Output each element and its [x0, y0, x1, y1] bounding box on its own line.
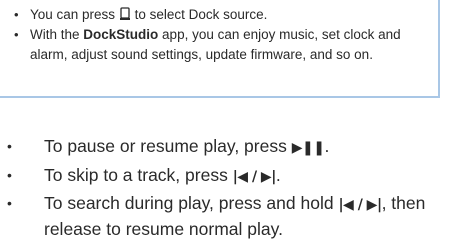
dock-source-icon — [119, 7, 130, 21]
bullet: • — [7, 195, 12, 211]
note-list: • You can press to select Dock source. •… — [0, 0, 438, 65]
note-text: to select Dock source. — [130, 7, 268, 22]
instruction-text: To skip to a track, press — [44, 164, 233, 185]
bullet: • — [14, 27, 19, 42]
bullet: • — [7, 166, 12, 183]
skip-track-icon: |◀ / ▶| — [232, 168, 277, 185]
note-item: • You can press to select Dock source. — [14, 5, 438, 25]
note-text: You can press — [30, 7, 119, 22]
play-pause-icon: ▶❚❚ — [291, 140, 325, 156]
bullet: • — [14, 7, 19, 22]
instruction-text: To search during play, press and hold — [44, 193, 339, 213]
instruction-end: . — [275, 164, 281, 185]
instruction-item: • To skip to a track, press |◀ / ▶|. — [0, 161, 452, 190]
instruction-end: . — [324, 136, 330, 156]
instruction-item: • To search during play, press and hold … — [0, 189, 452, 241]
search-track-icon: |◀ / ▶| — [338, 197, 382, 213]
bullet: • — [7, 138, 12, 154]
instruction-list: • To pause or resume play, press ▶❚❚. • … — [0, 132, 452, 241]
instruction-text: To pause or resume play, press — [44, 136, 292, 156]
note-box: • You can press to select Dock source. •… — [0, 0, 440, 98]
note-text: With the — [30, 27, 84, 42]
instruction-item: • To pause or resume play, press ▶❚❚. — [0, 132, 452, 161]
note-item: • With the DockStudio app, you can enjoy… — [14, 25, 438, 65]
app-name: DockStudio — [83, 27, 159, 42]
